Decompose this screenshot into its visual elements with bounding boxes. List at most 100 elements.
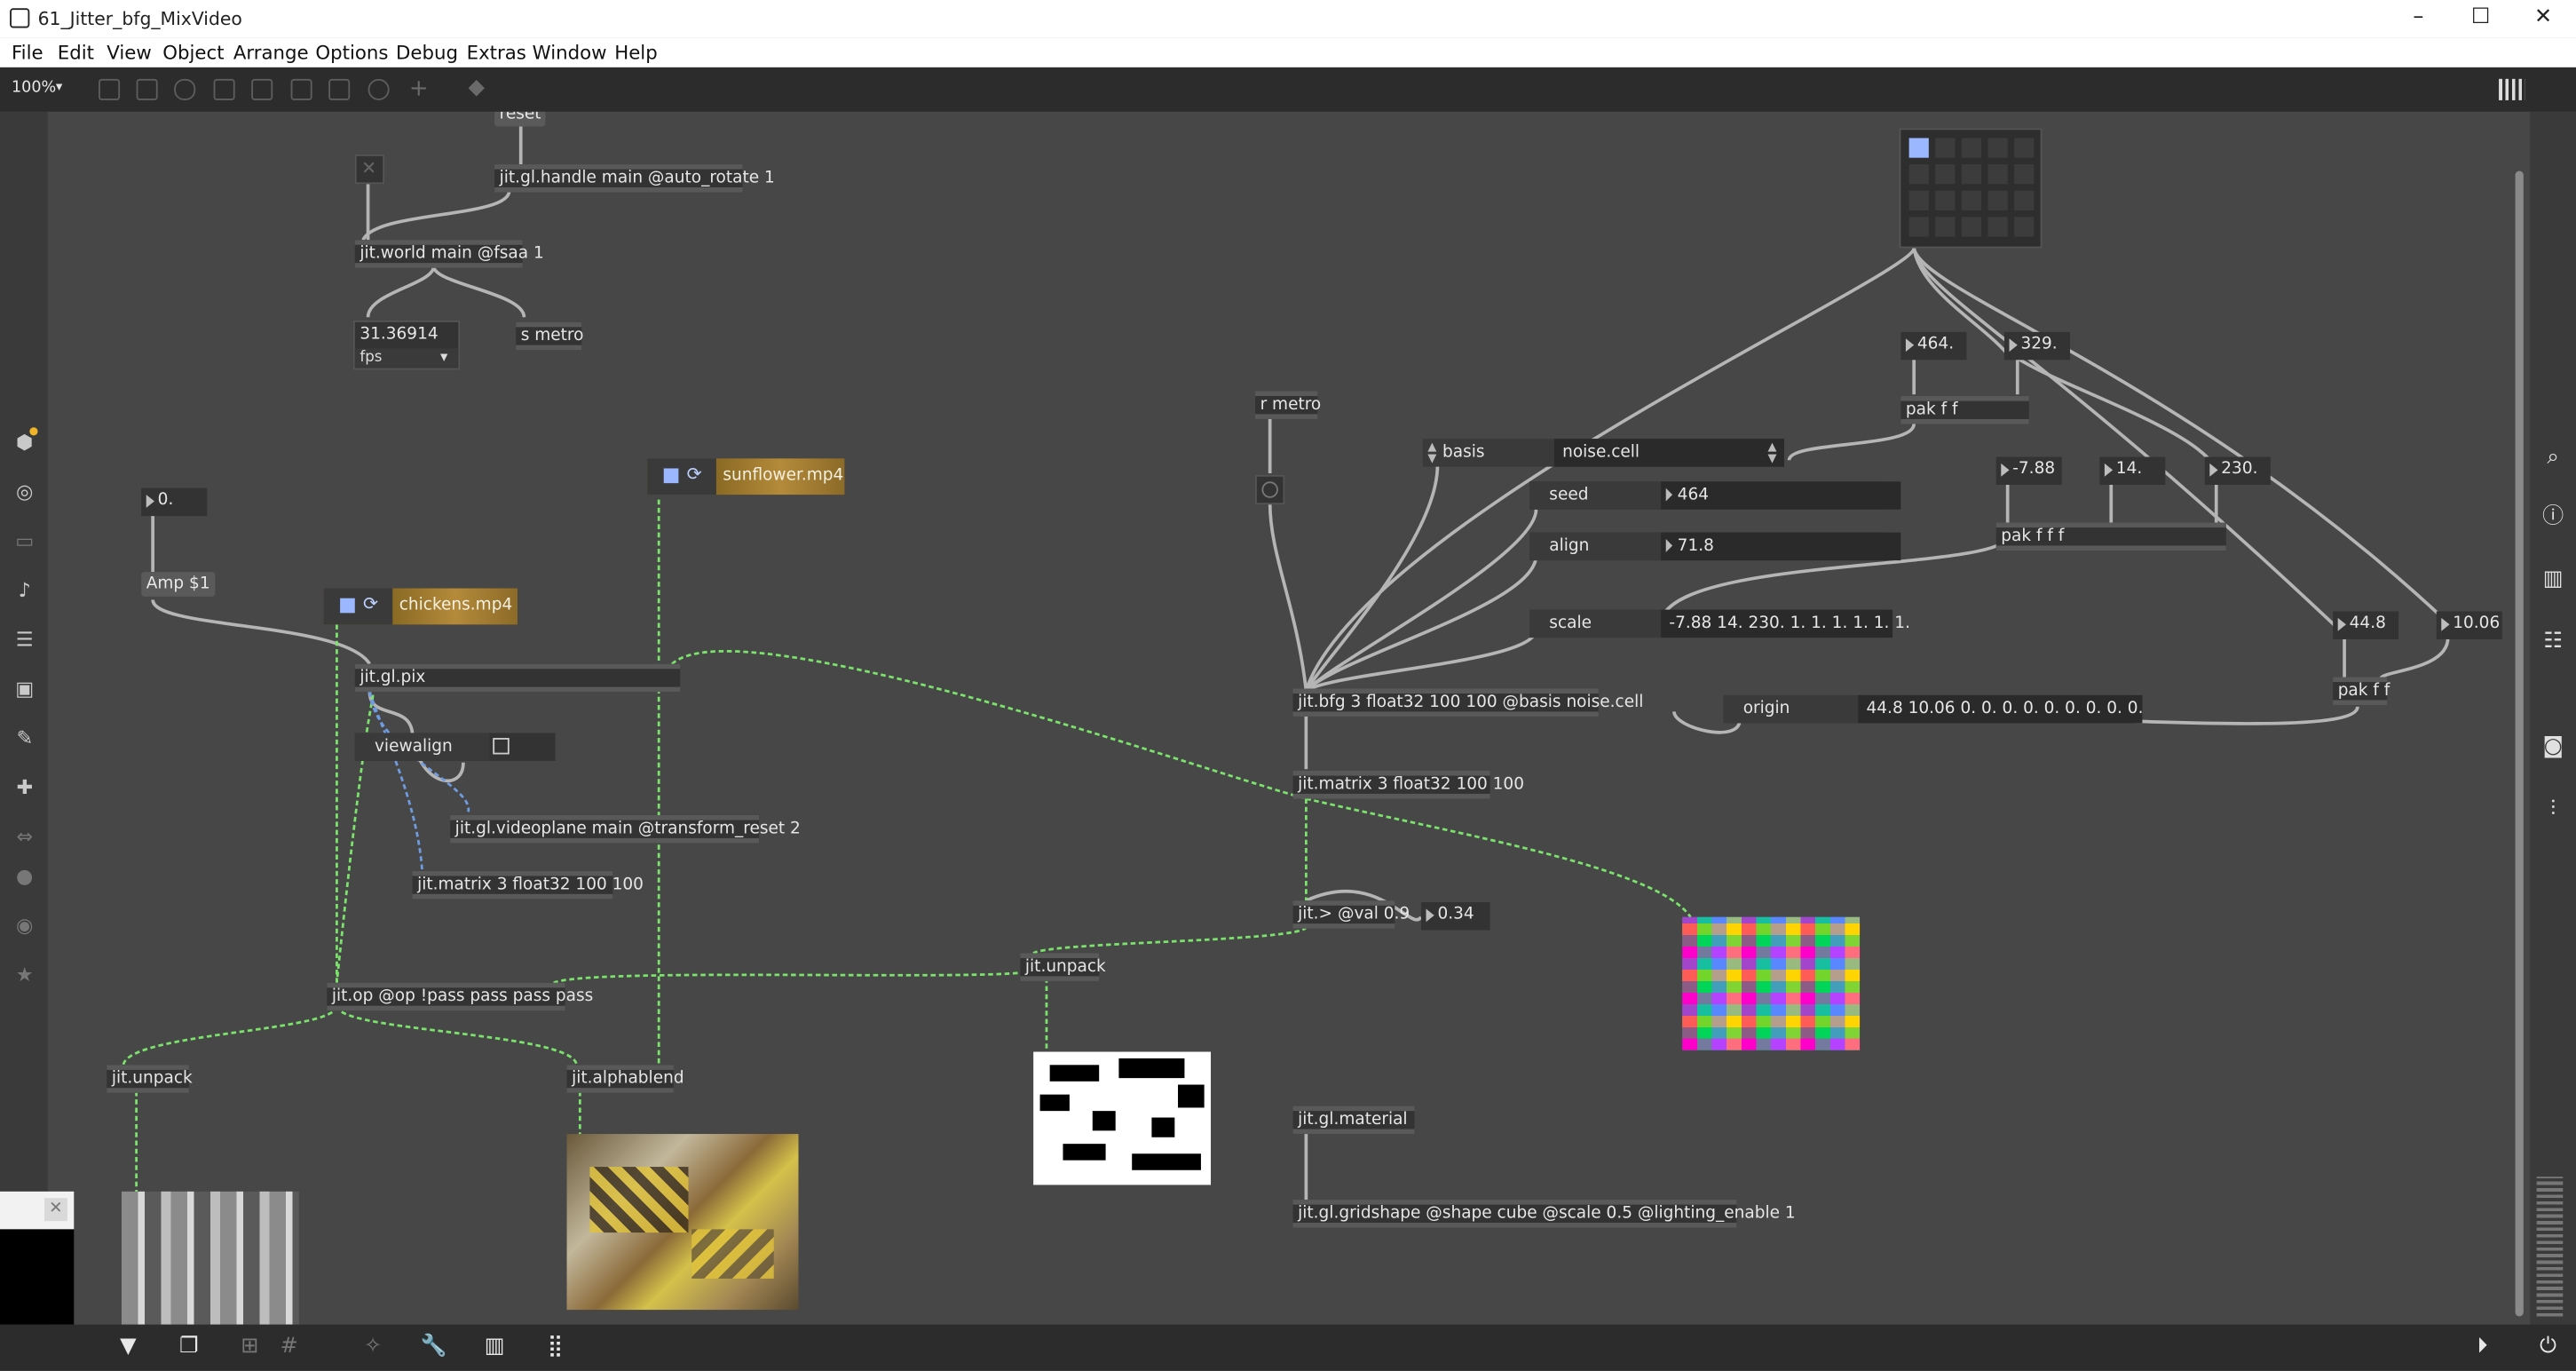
player-sunflower[interactable]: ⟳ sunflower.mp4	[647, 458, 845, 495]
close-icon[interactable]: ✕	[43, 1198, 67, 1222]
clip-icon[interactable]: ✎	[13, 726, 36, 749]
s-metro-object[interactable]: s metro	[516, 321, 583, 351]
menu-object[interactable]: Object	[162, 41, 224, 64]
toggle-tool-icon[interactable]	[251, 78, 273, 100]
list-icon[interactable]: ☷	[2541, 630, 2564, 654]
grid-icon[interactable]: #	[276, 1335, 303, 1361]
origin-value[interactable]: 44.8 10.06 0. 0. 0. 0. 0. 0. 0. 0. 0.	[1858, 694, 2143, 724]
menu-extras[interactable]: Extras	[467, 41, 526, 64]
menu-edit[interactable]: Edit	[58, 41, 94, 64]
info-icon[interactable]: ⓘ	[2541, 505, 2564, 529]
jit-greater-than-object[interactable]: jit.> @val 0.9	[1292, 900, 1410, 929]
matrix-cell[interactable]	[1961, 217, 1982, 237]
maximize-button[interactable]: ☐	[2461, 5, 2500, 32]
matrix-cell[interactable]	[2014, 164, 2035, 185]
number-329[interactable]: 329.	[2003, 331, 2071, 361]
dial-tool-icon[interactable]	[367, 78, 390, 100]
number-14[interactable]: 14.	[2099, 456, 2166, 485]
matrix-cell[interactable]	[1935, 164, 1956, 185]
button-tool-icon[interactable]	[213, 78, 235, 100]
matrix-cell[interactable]	[1908, 217, 1929, 237]
grid-toggle-icon[interactable]: ⊞	[237, 1335, 264, 1361]
minimize-button[interactable]: –	[2398, 5, 2438, 32]
music-note-icon[interactable]: ♪	[13, 578, 36, 601]
play-circle-icon[interactable]: ⏵	[2469, 1335, 2496, 1361]
zoom-dropdown-icon[interactable]: ▾	[56, 79, 62, 94]
seed-value[interactable]: 464	[1661, 481, 1901, 510]
jit-unpack-left-object[interactable]: jit.unpack	[107, 1065, 193, 1093]
matrix-cell[interactable]	[1961, 138, 1982, 158]
search-icon[interactable]: ⌕	[2541, 446, 2564, 470]
scale-attrui[interactable]: ▲▼ scale -7.88 14. 230. 1. 1. 1. 1. 1. 1…	[1529, 609, 1910, 638]
vertical-scrollbar[interactable]	[2515, 170, 2524, 1317]
matrix-cell[interactable]	[1987, 217, 2008, 237]
number-10-06[interactable]: 10.06	[2436, 611, 2502, 639]
pin-icon[interactable]: ✧	[360, 1335, 386, 1361]
menu-debug[interactable]: Debug	[396, 41, 458, 64]
matrix-cell-on[interactable]	[1908, 138, 1929, 158]
patcher-canvas[interactable]: reset ✕ jit.gl.handle main @auto_rotate …	[47, 111, 2531, 1325]
add-tool-icon[interactable]: +	[409, 75, 429, 102]
paint-bucket-icon[interactable]: ◆	[468, 75, 485, 100]
number-230[interactable]: 230.	[2204, 456, 2271, 485]
pak-fff-object[interactable]: pak f f f	[1995, 522, 2226, 551]
new-object-icon[interactable]	[99, 78, 121, 100]
fps-menu[interactable]: fps ▾	[354, 348, 459, 369]
matrix-cell[interactable]	[1987, 164, 2008, 185]
reset-message[interactable]: reset	[494, 111, 547, 127]
matrix-cell[interactable]	[1961, 190, 1982, 210]
presentation-grid-icon[interactable]	[2499, 78, 2525, 100]
matrix-cell[interactable]	[1961, 164, 1982, 185]
origin-attrui[interactable]: ▲▼ origin 44.8 10.06 0. 0. 0. 0. 0. 0. 0…	[1723, 694, 2143, 724]
slider-tool-icon[interactable]	[328, 78, 351, 100]
comment-tool-icon[interactable]	[174, 78, 196, 100]
matrix-cell[interactable]	[2014, 138, 2035, 158]
play-toggle[interactable]	[340, 598, 355, 614]
pak-ff-top-object[interactable]: pak f f	[1900, 396, 2029, 424]
align-attrui[interactable]: ▲▼ align 71.8	[1529, 532, 1901, 561]
matrix-cell[interactable]	[1935, 217, 1956, 237]
jit-bfg-object[interactable]: jit.bfg 3 float32 100 100 @basis noise.c…	[1292, 688, 1643, 717]
menu-help[interactable]: Help	[614, 41, 658, 64]
plug-icon[interactable]: ✚	[13, 776, 36, 799]
jit-matrix-mid-object[interactable]: jit.matrix 3 float32 100 100	[1292, 771, 1524, 799]
matrix-cell[interactable]	[1987, 190, 2008, 210]
jit-matrix-left-object[interactable]: jit.matrix 3 float32 100 100	[412, 870, 644, 899]
target-icon[interactable]: ◎	[13, 479, 36, 503]
matrix-cell[interactable]	[1935, 190, 1956, 210]
jit-gl-pix-object[interactable]: jit.gl.pix	[354, 663, 681, 693]
keyboard-icon[interactable]: ⣿	[542, 1335, 569, 1361]
matrix-cell[interactable]	[2014, 217, 2035, 237]
jit-gl-gridshape-object[interactable]: jit.gl.gridshape @shape cube @scale 0.5 …	[1292, 1200, 1796, 1228]
image-icon[interactable]: ▣	[13, 678, 36, 701]
matrix-cell[interactable]	[1935, 138, 1956, 158]
close-button[interactable]: ✕	[2524, 5, 2563, 32]
jit-alphablend-object[interactable]: jit.alphablend	[566, 1065, 684, 1093]
loop-icon[interactable]: ⟳	[363, 593, 378, 614]
seed-attrui[interactable]: ▲▼ seed 464	[1529, 481, 1901, 510]
jit-world-object[interactable]: jit.world main @fsaa 1	[354, 240, 544, 268]
menu-view[interactable]: View	[107, 41, 152, 64]
play-toggle[interactable]	[663, 468, 679, 484]
zoom-level[interactable]: 100%	[12, 79, 56, 97]
amp-message[interactable]: Amp $1	[141, 572, 216, 597]
new-message-icon[interactable]	[136, 78, 158, 100]
tv-icon[interactable]: ▭	[13, 529, 36, 552]
menu-options[interactable]: Options	[315, 41, 388, 64]
camera-icon[interactable]: ◙	[2541, 735, 2564, 759]
number-0-34[interactable]: 0.34	[1420, 902, 1490, 931]
jit-gl-handle-object[interactable]: jit.gl.handle main @auto_rotate 1	[494, 164, 775, 193]
basis-attrui[interactable]: ▲ ▼ basis noise.cell ▲ ▼	[1422, 439, 1784, 467]
sliders-icon[interactable]: ⫶	[2541, 798, 2564, 821]
split-icon[interactable]: ▥	[2541, 567, 2564, 591]
menu-file[interactable]: File	[12, 41, 43, 64]
wrench-icon[interactable]: 🔧	[421, 1335, 447, 1361]
viewalign-attrui[interactable]: ▲▼ viewalign	[354, 733, 556, 761]
number-44-8[interactable]: 44.8	[2333, 611, 2399, 639]
jit-op-object[interactable]: jit.op @op !pass pass pass pass	[327, 982, 593, 1011]
jit-gl-videoplane-object[interactable]: jit.gl.videoplane main @transform_reset …	[450, 814, 801, 844]
comment-icon[interactable]: ▼	[115, 1335, 142, 1361]
matrix-cell[interactable]	[2014, 190, 2035, 210]
power-icon[interactable]: ⏻	[2535, 1335, 2562, 1361]
matrix-cell[interactable]	[1987, 138, 2008, 158]
